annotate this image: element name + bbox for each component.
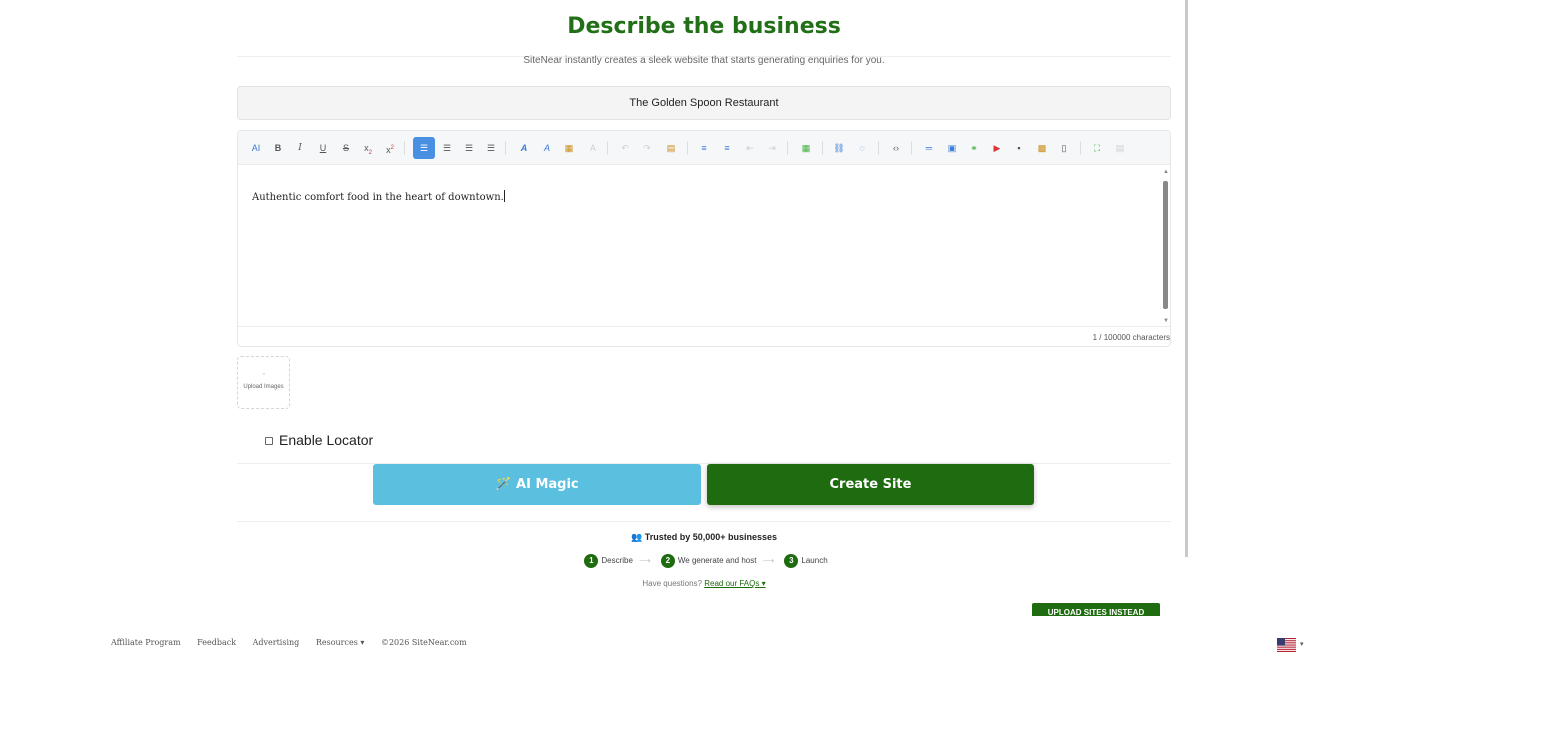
underline-icon[interactable]: U <box>314 139 332 157</box>
strikethrough-icon[interactable]: S <box>337 139 355 157</box>
gallery-icon[interactable]: ▩ <box>1033 139 1051 157</box>
step-number: 2 <box>660 554 675 568</box>
step-label: Describe <box>601 556 633 566</box>
description-text[interactable]: Authentic comfort food in the heart of d… <box>252 190 505 203</box>
upload-images-label: Upload Images <box>243 384 284 390</box>
image-icon[interactable]: ▣ <box>943 139 961 157</box>
step-arrow-icon: ⟶ <box>639 556 651 566</box>
create-site-button[interactable]: Create Site <box>707 464 1034 505</box>
enable-locator-option[interactable]: Enable Locator <box>265 432 373 448</box>
trusted-badge: 👥 Trusted by 50,000+ businesses <box>630 532 778 542</box>
faq-prefix: Have questions? <box>642 579 705 588</box>
editor-toolbar: AI B I U S x2 x2 ☰ ☰ ☰ ☰ A A ▦ A ↶ ↷ ▤ ≡… <box>238 131 1170 165</box>
preview-icon[interactable]: ▤ <box>1111 139 1129 157</box>
ai-icon[interactable]: AI <box>247 139 265 157</box>
subscript-icon[interactable]: x2 <box>359 139 377 157</box>
toolbar-separator <box>878 141 879 155</box>
footer-links: Affiliate Program Feedback Advertising R… <box>111 638 481 647</box>
highlight-icon[interactable]: A <box>538 139 556 157</box>
footer-link-feedback[interactable]: Feedback <box>197 638 236 647</box>
faq-line: Have questions? Read our FAQs ▾ <box>222 579 1186 588</box>
undo-icon[interactable]: ↶ <box>616 139 634 157</box>
character-counter: 1 / 100000 characters <box>1092 333 1170 342</box>
upload-sites-button[interactable]: UPLOAD SITES INSTEAD <box>1032 603 1160 616</box>
align-right-icon[interactable]: ☰ <box>460 139 478 157</box>
toolbar-separator <box>1080 141 1081 155</box>
panel-scrollbar[interactable] <box>1185 0 1188 557</box>
align-left-icon[interactable]: ☰ <box>413 137 435 159</box>
superscript-icon[interactable]: x2 <box>381 139 399 157</box>
description-editor: AI B I U S x2 x2 ☰ ☰ ☰ ☰ A A ▦ A ↶ ↷ ▤ ≡… <box>237 130 1171 347</box>
clear-format-icon[interactable]: A <box>584 139 602 157</box>
toolbar-separator <box>687 141 688 155</box>
create-site-panel: Describe the business SiteNear instantly… <box>222 0 1188 616</box>
toolbar-separator <box>505 141 506 155</box>
step-number: 1 <box>584 554 599 568</box>
embed-icon[interactable]: ▪ <box>1010 139 1028 157</box>
process-steps: 1 Describe ⟶ 2 We generate and host ⟶ 3 Lau… <box>222 554 1186 568</box>
table-style-icon[interactable]: ▦ <box>560 139 578 157</box>
footer-link-resources[interactable]: Resources ▾ <box>316 638 365 647</box>
source-code-icon[interactable]: ‹› <box>887 139 905 157</box>
bold-icon[interactable]: B <box>269 139 287 157</box>
template-icon[interactable]: ▯ <box>1055 139 1073 157</box>
scroll-up-icon[interactable]: ▲ <box>1163 169 1169 175</box>
outdent-icon[interactable]: ⇤ <box>741 139 759 157</box>
description-value: Authentic comfort food in the heart of d… <box>252 192 504 203</box>
italic-icon[interactable]: I <box>291 139 309 157</box>
page-subtitle: SiteNear instantly creates a sleek websi… <box>523 55 885 66</box>
upload-images-button[interactable]: ▫ Upload Images <box>237 356 290 409</box>
comment-icon[interactable]: ◌ <box>853 139 871 157</box>
redo-icon[interactable]: ↷ <box>638 139 656 157</box>
text-caret <box>503 190 505 202</box>
step-arrow-icon: ⟶ <box>762 556 775 566</box>
enable-locator-checkbox[interactable] <box>265 437 273 445</box>
language-dropdown-icon[interactable]: ▾ <box>1300 640 1304 648</box>
ai-magic-button[interactable]: 🪄 AI Magic <box>373 464 701 505</box>
editor-content-area[interactable]: Authentic comfort food in the heart of d… <box>238 165 1170 328</box>
scrollbar-thumb[interactable] <box>1163 181 1168 309</box>
footer-copyright: ©2026 SiteNear.com <box>380 638 467 647</box>
step-number: 3 <box>784 554 799 568</box>
faq-link[interactable]: Read our FAQs ▾ <box>704 579 765 588</box>
horizontal-rule-icon[interactable]: ═ <box>920 139 938 157</box>
us-flag-icon[interactable] <box>1277 638 1296 652</box>
youtube-icon[interactable]: ▶ <box>988 139 1006 157</box>
editor-scrollbar[interactable]: ▲ ▼ <box>1162 165 1170 328</box>
table-icon[interactable]: ▦ <box>797 139 815 157</box>
link-image-icon[interactable]: ⚭ <box>965 139 983 157</box>
font-color-icon[interactable]: A <box>515 139 533 157</box>
fullscreen-icon[interactable]: ⛶ <box>1088 139 1106 157</box>
step-label: Launch <box>801 556 828 566</box>
toolbar-separator <box>607 141 608 155</box>
image-placeholder-icon: ▫ <box>262 371 265 378</box>
toolbar-separator <box>787 141 788 155</box>
footer-link-affiliate[interactable]: Affiliate Program <box>111 638 181 647</box>
page-title: Describe the business <box>567 14 841 39</box>
divider <box>237 521 1171 522</box>
align-justify-icon[interactable]: ☰ <box>482 139 500 157</box>
footer-link-advertising[interactable]: Advertising <box>253 638 300 647</box>
scroll-down-icon[interactable]: ▼ <box>1163 318 1169 324</box>
paste-icon[interactable]: ▤ <box>662 139 680 157</box>
bulleted-list-icon[interactable]: ≡ <box>695 139 713 157</box>
page: Describe the business SiteNear instantly… <box>0 0 1568 736</box>
link-icon[interactable]: ⛓ <box>830 139 848 157</box>
enable-locator-label: Enable Locator <box>279 432 374 448</box>
align-center-icon[interactable]: ☰ <box>438 139 456 157</box>
step-label: We generate and host <box>677 556 757 566</box>
toolbar-separator <box>404 141 405 155</box>
editor-statusbar: 1 / 100000 characters <box>238 326 1170 346</box>
business-name-input[interactable]: The Golden Spoon Restaurant <box>237 86 1171 120</box>
numbered-list-icon[interactable]: ≡ <box>718 139 736 157</box>
indent-icon[interactable]: ⇥ <box>763 139 781 157</box>
toolbar-separator <box>911 141 912 155</box>
toolbar-separator <box>822 141 823 155</box>
